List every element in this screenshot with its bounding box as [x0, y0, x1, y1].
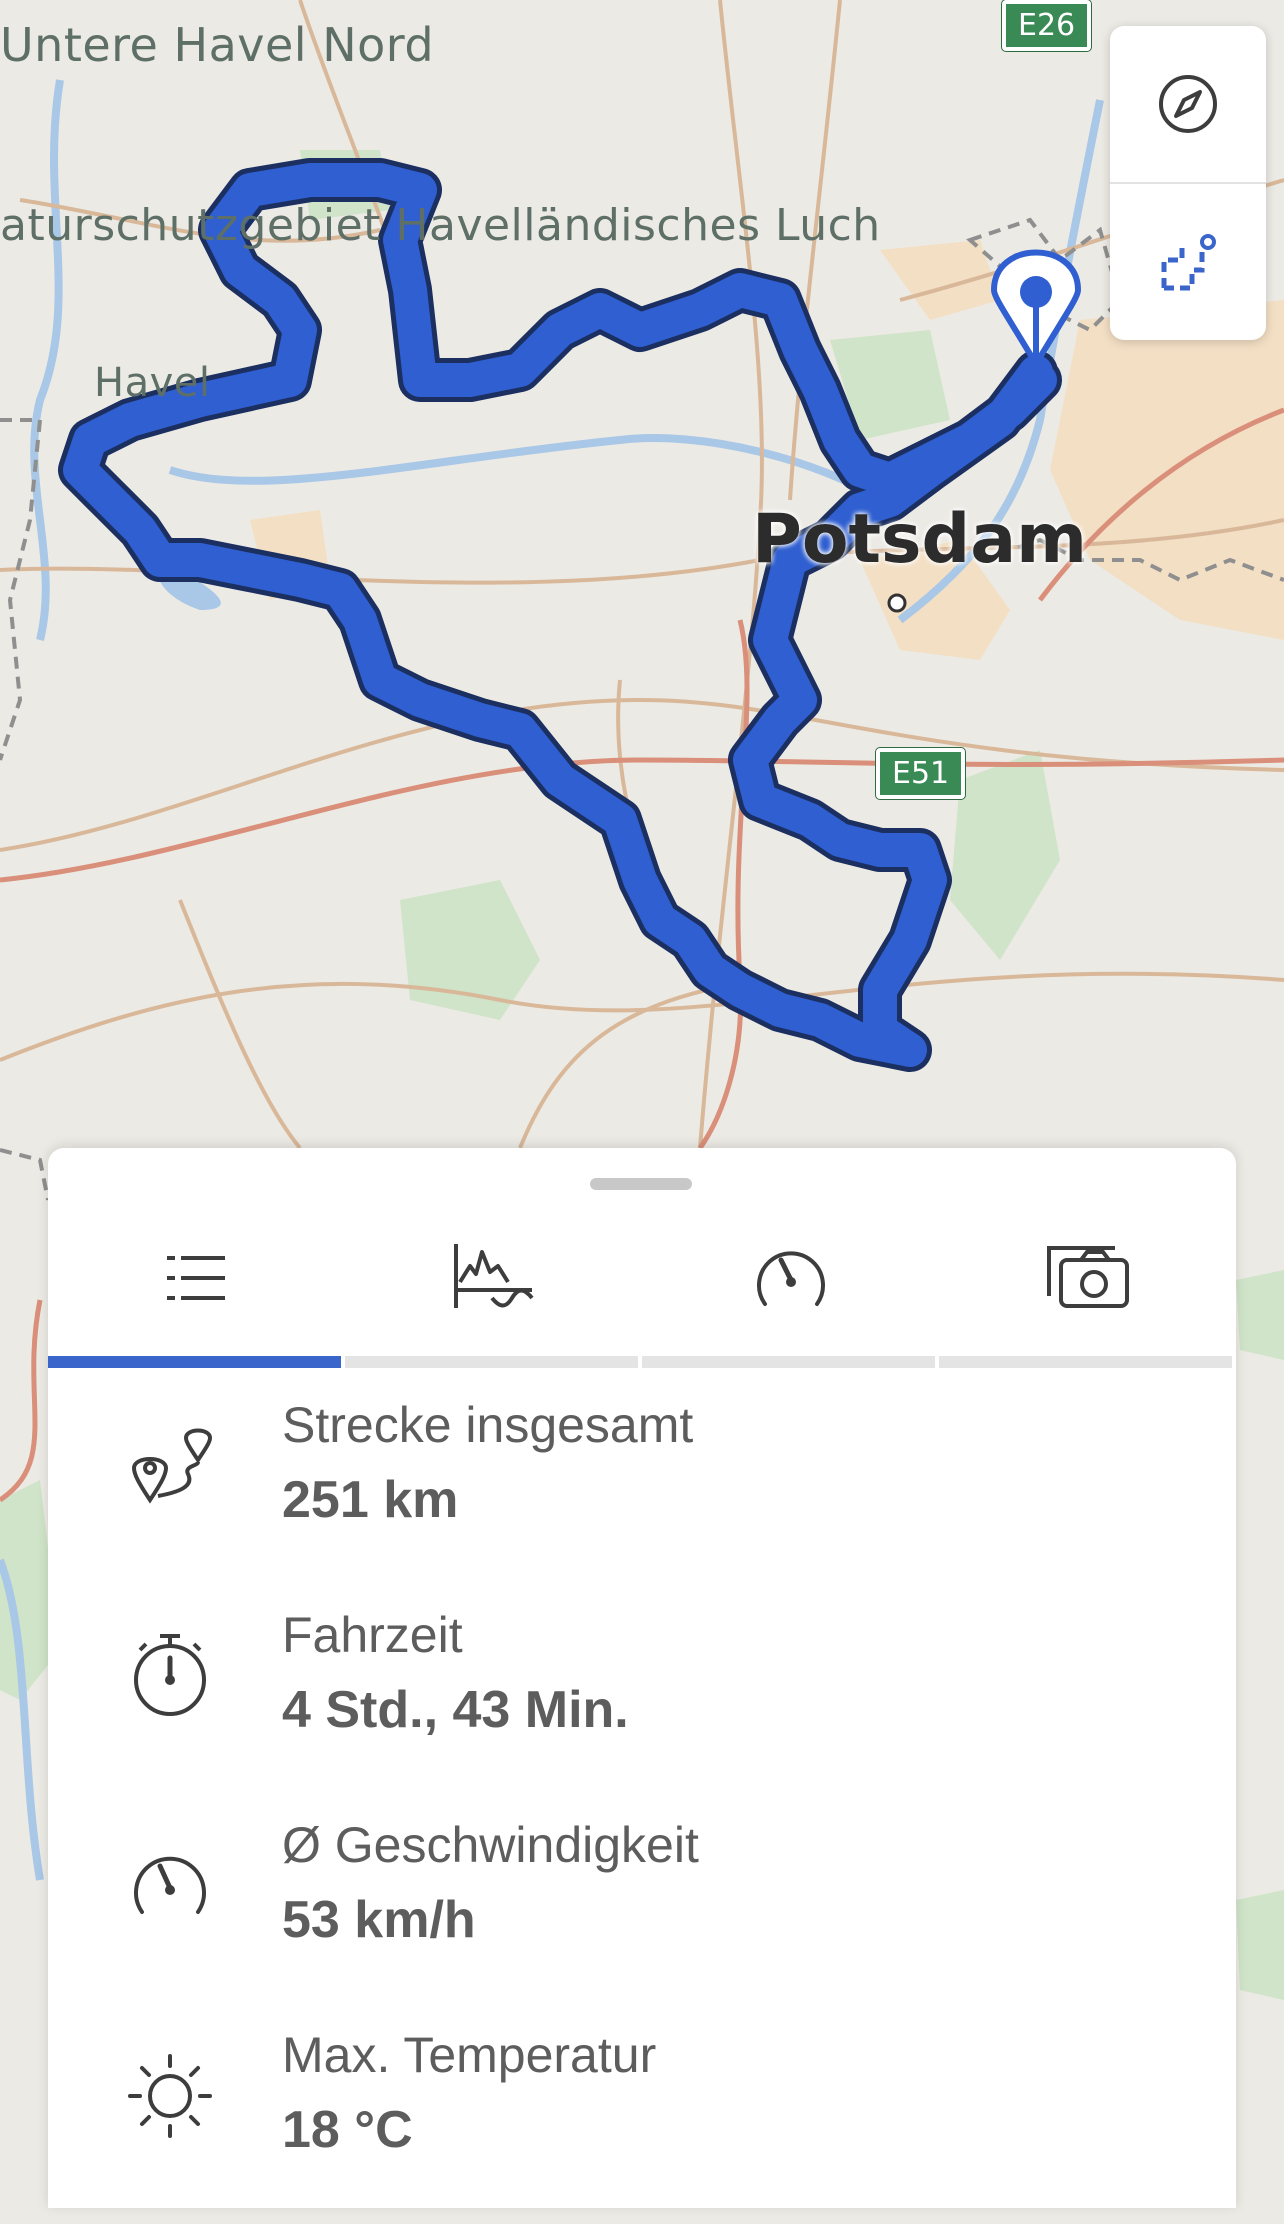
- route-details-sheet: Strecke insgesamt 251 km Fahrzeit 4 Std.…: [48, 1148, 1236, 2208]
- stat-driving-time: Fahrzeit 4 Std., 43 Min.: [48, 1594, 1236, 1804]
- route-edit-button[interactable]: [1110, 184, 1266, 340]
- map-controls: [1110, 26, 1266, 340]
- map-label-havellaendisches-luch: aturschutzgebiet Havelländisches Luch: [0, 200, 881, 251]
- stat-value: 53 km/h: [282, 1891, 476, 1949]
- route-edit-icon: [1161, 234, 1216, 291]
- tab-bar: [48, 1228, 1236, 1368]
- stats-list: Strecke insgesamt 251 km Fahrzeit 4 Std.…: [48, 1384, 1236, 2224]
- map-label-potsdam: Potsdam: [752, 500, 1087, 579]
- stat-value: 18 °C: [282, 2101, 413, 2159]
- stat-label: Ø Geschwindigkeit: [282, 1817, 699, 1873]
- tab-indicator-list: [48, 1356, 341, 1368]
- stat-label: Fahrzeit: [282, 1607, 463, 1663]
- elevation-icon: [453, 1244, 534, 1308]
- stat-total-distance: Strecke insgesamt 251 km: [48, 1384, 1236, 1594]
- stat-value: 4 Std., 43 Min.: [282, 1681, 629, 1739]
- sheet-grabber[interactable]: [590, 1178, 692, 1190]
- map-label-untere-havel: Untere Havel Nord: [0, 18, 435, 72]
- tab-indicator-speed: [642, 1356, 935, 1368]
- camera-icon: [1046, 1246, 1129, 1308]
- stat-value: 251 km: [282, 1471, 459, 1529]
- road-shield-e51: E51: [876, 748, 966, 799]
- tab-speed[interactable]: [642, 1228, 939, 1368]
- speedometer-icon: [756, 1251, 825, 1306]
- tab-indicator-photos: [939, 1356, 1232, 1368]
- stat-max-temperature: Max. Temperatur 18 °C: [48, 2014, 1236, 2224]
- stat-average-speed: Ø Geschwindigkeit 53 km/h: [48, 1804, 1236, 2014]
- compass-icon: [1159, 75, 1217, 133]
- tab-list[interactable]: [48, 1228, 345, 1368]
- stopwatch-icon: [134, 1634, 206, 1716]
- tab-photos[interactable]: [939, 1228, 1236, 1368]
- list-icon: [166, 1256, 225, 1300]
- map-label-havel: Havel: [94, 360, 211, 406]
- stat-label: Max. Temperatur: [282, 2027, 657, 2083]
- stat-label: Strecke insgesamt: [282, 1397, 694, 1453]
- tab-elevation[interactable]: [345, 1228, 642, 1368]
- road-shield-e26: E26: [1002, 0, 1092, 51]
- speedometer-icon: [134, 1856, 206, 1914]
- route-icon: [131, 1428, 213, 1504]
- tab-indicator-elevation: [345, 1356, 638, 1368]
- sun-icon: [128, 2054, 212, 2138]
- compass-button[interactable]: [1110, 26, 1266, 182]
